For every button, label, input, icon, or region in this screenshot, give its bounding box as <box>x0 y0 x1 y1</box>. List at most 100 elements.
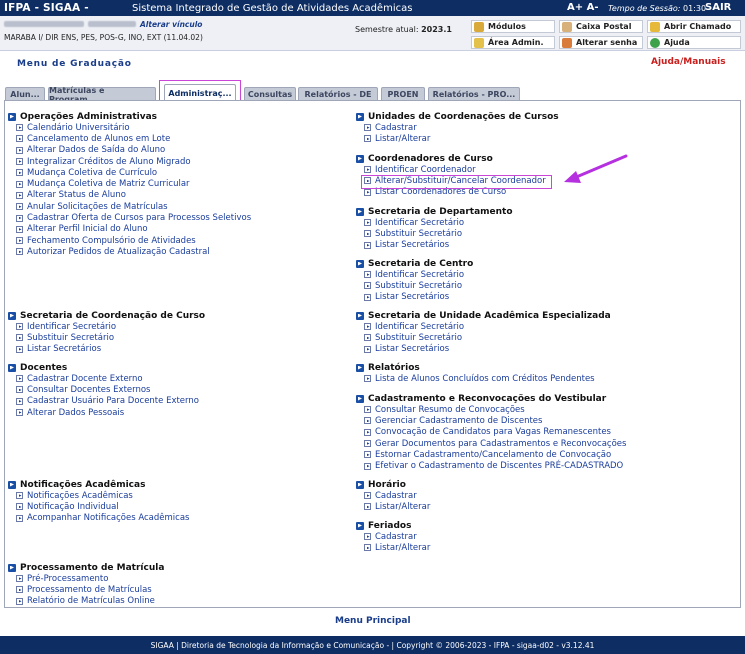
current-semester: Semestre atual: 2023.1 <box>355 25 452 34</box>
semester-value: 2023.1 <box>421 25 452 34</box>
menu-item[interactable]: Substituir Secretário <box>8 332 205 343</box>
menu-item[interactable]: Substituir Secretário <box>356 332 611 343</box>
tab-bar: Alun... Matrículas e Program... Administ… <box>0 84 745 104</box>
menu-item[interactable]: Estornar Cadastramento/Cancelamento de C… <box>356 449 626 460</box>
menu-item-label: Identificar Coordenador <box>375 164 476 175</box>
menu-item[interactable]: Alterar Dados de Saída do Aluno <box>8 145 251 156</box>
menu-item-label: Cadastrar Docente Externo <box>27 373 143 384</box>
menu-item[interactable]: Cadastrar <box>356 490 430 501</box>
menu-item[interactable]: Mudança Coletiva de Currículo <box>8 167 251 178</box>
section-bullet-icon <box>356 154 364 163</box>
menu-item-label: Substituir Secretário <box>375 280 463 291</box>
menu-item[interactable]: Cancelamento de Alunos em Lote <box>8 133 251 144</box>
font-size-controls[interactable]: A+ A- <box>567 2 599 13</box>
ajuda-button[interactable]: Ajuda <box>647 36 741 49</box>
menu-item[interactable]: Calendário Universitário <box>8 122 251 133</box>
link-arrow-icon <box>364 492 371 500</box>
menu-item[interactable]: Cadastrar <box>356 122 559 133</box>
menu-item-label: Efetivar o Cadastramento de Discentes PR… <box>375 461 624 472</box>
menu-item[interactable]: Mudança Coletiva de Matriz Curricular <box>8 178 251 189</box>
link-arrow-icon <box>364 282 371 290</box>
menu-item[interactable]: Notificação Individual <box>8 501 189 512</box>
link-arrow-icon <box>16 586 23 594</box>
link-arrow-icon <box>364 428 371 436</box>
menu-item[interactable]: Identificar Coordenador <box>356 164 546 175</box>
menu-item[interactable]: Autorizar Pedidos de Atualização Cadastr… <box>8 246 251 257</box>
menu-item[interactable]: Listar Secretários <box>356 240 513 251</box>
menu-item-label: Lista de Alunos Concluídos com Créditos … <box>375 373 595 384</box>
menu-item[interactable]: Listar/Alterar <box>356 542 430 553</box>
menu-item[interactable]: Gerar Documentos para Cadastramentos e R… <box>356 438 626 449</box>
link-arrow-icon <box>16 575 23 583</box>
menu-item[interactable]: Acompanhar Notificações Acadêmicas <box>8 513 189 524</box>
menu-item[interactable]: Notificações Acadêmicas <box>8 490 189 501</box>
menu-item[interactable]: Alterar Status de Aluno <box>8 190 251 201</box>
menu-item[interactable]: Convocação de Candidatos para Vagas Rema… <box>356 427 626 438</box>
link-arrow-icon <box>16 180 23 188</box>
link-arrow-icon <box>16 397 23 405</box>
menu-item[interactable]: Lista de Alunos Concluídos com Créditos … <box>356 373 595 384</box>
modulos-button[interactable]: Módulos <box>471 20 555 33</box>
area-admin-button[interactable]: Área Admin. <box>471 36 555 49</box>
menu-principal-link[interactable]: Menu Principal <box>335 616 411 626</box>
menu-item[interactable]: Cadastrar Docente Externo <box>8 373 199 384</box>
menu-item[interactable]: Listar/Alterar <box>356 133 559 144</box>
tab-relatorios-pro[interactable]: Relatórios - PRO... <box>428 87 520 101</box>
abrir-chamado-button[interactable]: Abrir Chamado <box>647 20 741 33</box>
annotation-arrow-icon <box>564 154 628 183</box>
section-operacoes-administrativas: Operações Administrativas Calendário Uni… <box>8 111 251 258</box>
menu-item-label: Acompanhar Notificações Acadêmicas <box>27 513 190 524</box>
top-bar: IFPA - SIGAA - Sistema Integrado de Gest… <box>0 0 745 16</box>
tab-proen[interactable]: PROEN <box>381 87 425 101</box>
menu-item[interactable]: Listar Secretários <box>356 344 611 355</box>
menu-item[interactable]: Consultar Docentes Externos <box>8 384 199 395</box>
tab-consultas[interactable]: Consultas <box>244 87 296 101</box>
link-arrow-icon <box>16 146 23 154</box>
section-bullet-icon <box>356 207 364 216</box>
tab-matriculas[interactable]: Matrículas e Program... <box>48 86 156 104</box>
menu-item[interactable]: Substituir Secretário <box>356 280 473 291</box>
section-title: Horário <box>356 479 430 490</box>
section-unidades-coordenacoes: Unidades de Coordenações de Cursos Cadas… <box>356 111 559 145</box>
menu-item[interactable]: Fechamento Compulsório de Atividades <box>8 235 251 246</box>
link-arrow-icon <box>16 345 23 353</box>
logout-link[interactable]: SAIR <box>705 2 731 13</box>
menu-item[interactable]: Cadastrar <box>356 531 430 542</box>
menu-item[interactable]: Listar/Alterar <box>356 501 430 512</box>
menu-item[interactable]: Identificar Secretário <box>356 217 513 228</box>
menu-item[interactable]: Identificar Secretário <box>356 321 611 332</box>
section-title-text: Secretaria de Centro <box>368 258 474 269</box>
caixa-postal-button[interactable]: Caixa Postal <box>559 20 643 33</box>
menu-item[interactable]: Relatório de Matrículas Online <box>8 596 164 607</box>
tab-relatorios-de[interactable]: Relatórios - DE <box>298 87 378 101</box>
menu-item[interactable]: Pré-Processamento <box>8 573 164 584</box>
menu-item[interactable]: Alterar Perfil Inicial do Aluno <box>8 224 251 235</box>
menu-item[interactable]: Anular Solicitações de Matrículas <box>8 201 251 212</box>
menu-item[interactable]: Cadastrar Oferta de Cursos para Processo… <box>8 212 251 223</box>
menu-item-label: Alterar Dados de Saída do Aluno <box>27 145 166 156</box>
menu-item[interactable]: Processamento de Matrículas <box>8 584 164 595</box>
link-arrow-icon <box>364 533 371 541</box>
link-arrow-icon <box>364 345 371 353</box>
tab-alunos[interactable]: Alun... <box>5 87 45 101</box>
link-arrow-icon <box>16 237 23 245</box>
menu-item[interactable]: Alterar Dados Pessoais <box>8 407 199 418</box>
change-vinculo-link[interactable]: Alterar vínculo <box>140 20 202 29</box>
alterar-senha-button[interactable]: Alterar senha <box>559 36 643 49</box>
section-title: Operações Administrativas <box>8 111 251 122</box>
menu-item[interactable]: Listar Secretários <box>356 292 473 303</box>
menu-item[interactable]: Consultar Resumo de Convocações <box>356 404 626 415</box>
help-manuals-link[interactable]: Ajuda/Manuais <box>651 57 726 67</box>
section-title: Feriados <box>356 520 430 531</box>
menu-item[interactable]: Gerenciar Cadastramento de Discentes <box>356 415 626 426</box>
menu-item[interactable]: Identificar Secretário <box>8 321 205 332</box>
link-arrow-icon <box>16 135 23 143</box>
menu-item[interactable]: Cadastrar Usuário Para Docente Externo <box>8 396 199 407</box>
menu-item[interactable]: Identificar Secretário <box>356 269 473 280</box>
menu-item[interactable]: Listar Secretários <box>8 344 205 355</box>
menu-item[interactable]: Substituir Secretário <box>356 228 513 239</box>
section-title: Notificações Acadêmicas <box>8 479 189 490</box>
menu-item[interactable]: Efetivar o Cadastramento de Discentes PR… <box>356 460 626 471</box>
menu-item-label: Notificações Acadêmicas <box>27 490 133 501</box>
menu-item[interactable]: Integralizar Créditos de Aluno Migrado <box>8 156 251 167</box>
